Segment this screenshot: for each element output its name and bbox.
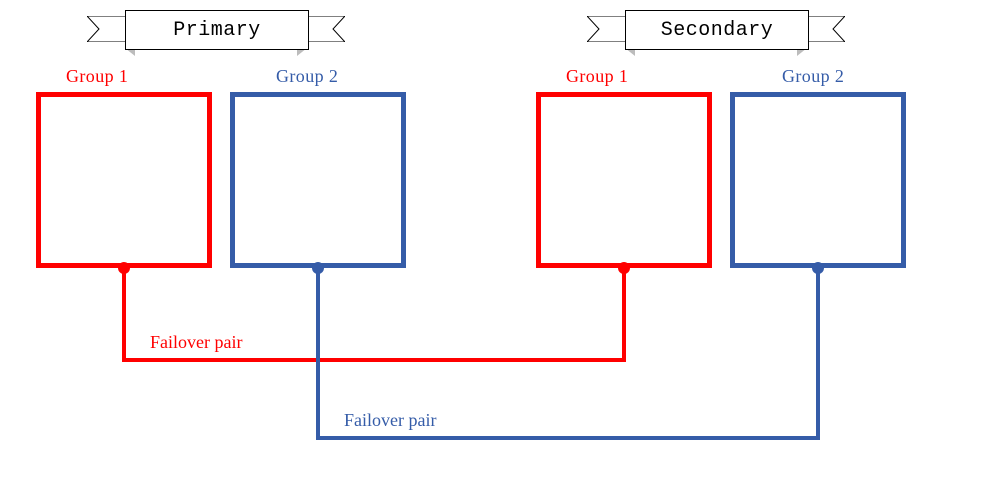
label-failover-red: Failover pair bbox=[150, 332, 242, 353]
label-primary-group1: Group 1 bbox=[66, 66, 128, 87]
box-primary-group2 bbox=[230, 92, 406, 268]
line-blue-left-v bbox=[316, 268, 320, 440]
line-blue-h bbox=[316, 436, 820, 440]
ribbon-primary-label: Primary bbox=[125, 10, 309, 50]
line-red-right-v bbox=[622, 268, 626, 362]
label-secondary-group2: Group 2 bbox=[782, 66, 844, 87]
label-failover-blue: Failover pair bbox=[344, 410, 436, 431]
label-primary-group2: Group 2 bbox=[276, 66, 338, 87]
line-red-h bbox=[122, 358, 626, 362]
label-secondary-group1: Group 1 bbox=[566, 66, 628, 87]
failover-pair-diagram: Primary Secondary Group 1 Group 2 Group … bbox=[0, 0, 999, 504]
ribbon-secondary: Secondary bbox=[587, 4, 845, 54]
ribbon-secondary-label: Secondary bbox=[625, 10, 809, 50]
line-blue-right-v bbox=[816, 268, 820, 440]
box-primary-group1 bbox=[36, 92, 212, 268]
box-secondary-group1 bbox=[536, 92, 712, 268]
box-secondary-group2 bbox=[730, 92, 906, 268]
ribbon-primary: Primary bbox=[87, 4, 345, 54]
line-red-left-v bbox=[122, 268, 126, 362]
